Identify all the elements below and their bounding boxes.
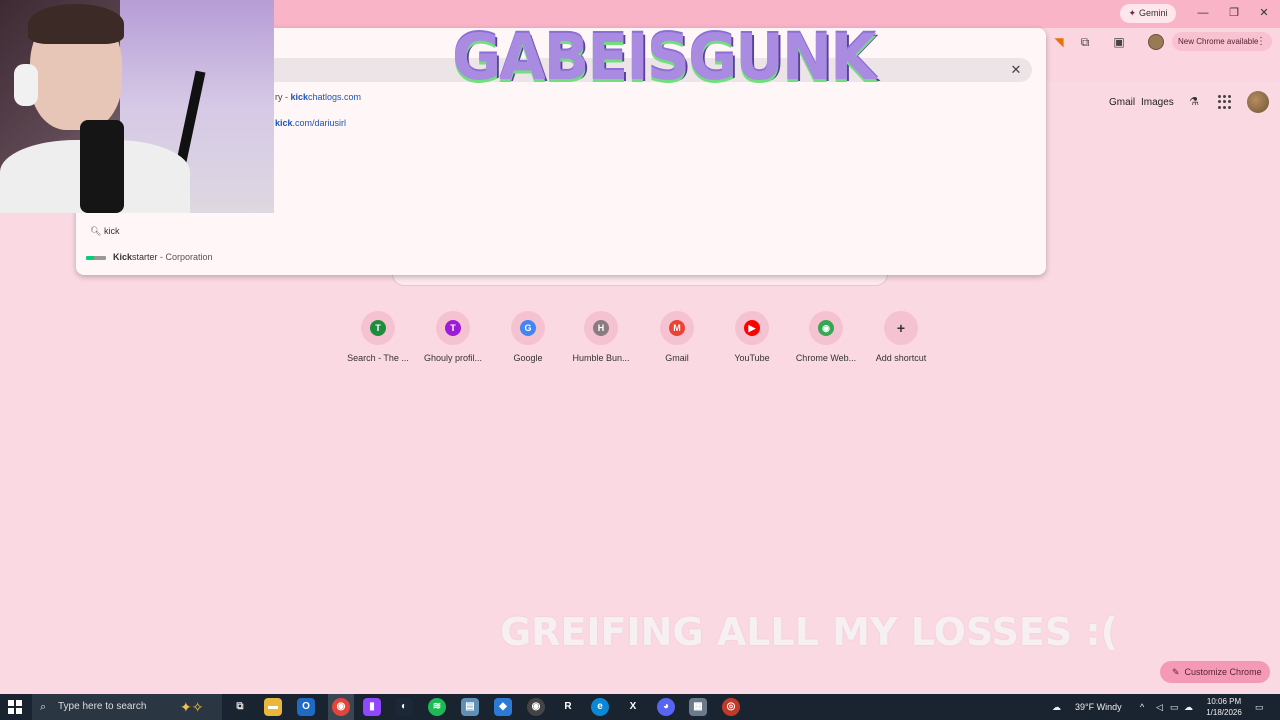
shortcut-favicon-icon: H (593, 320, 609, 336)
chrome-icon[interactable]: ◉ (332, 698, 350, 716)
volume-icon[interactable]: ◁ (1156, 694, 1163, 720)
shortcut-tile[interactable]: T Ghouly profil... (415, 308, 491, 368)
labs-flask-icon[interactable]: ⚗ (1187, 95, 1201, 109)
shortcut-favicon-icon: ◉ (818, 320, 834, 336)
account-avatar[interactable] (1247, 91, 1269, 113)
shortcut-icon-circle: T (436, 311, 470, 345)
profile-avatar[interactable] (1148, 34, 1164, 50)
weather-icon[interactable]: ☁ (1052, 694, 1061, 720)
shortcut-tile[interactable]: M Gmail (639, 308, 715, 368)
outlook-icon[interactable]: O (297, 698, 315, 716)
notification-icon[interactable]: ▭ (1255, 694, 1264, 720)
clear-omnibox-icon[interactable]: ✕ (1008, 62, 1024, 78)
shortcut-favicon-icon: + (893, 320, 909, 336)
shortcut-label: Humble Bun... (572, 353, 630, 363)
shortcut-favicon-icon: M (669, 320, 685, 336)
shortcut-tile[interactable]: G Google (490, 308, 566, 368)
shortcut-label: YouTube (734, 353, 770, 363)
omnibox-suggestion[interactable]: ry - kickchatlogs.com (275, 91, 361, 103)
notepad-icon[interactable]: ▤ (461, 698, 479, 716)
tab-search-icon[interactable]: ▣ (1110, 34, 1128, 50)
shortcut-label: Ghouly profil... (423, 353, 483, 363)
shortcut-icon-circle: + (884, 311, 918, 345)
shortcut-tile[interactable]: T Search - The ... (340, 308, 416, 368)
omnibox-entity-suggestion[interactable]: Kickstarter - Corporation (86, 250, 213, 264)
omnibox-suggestion[interactable]: kick.com/dariusirl (275, 117, 346, 129)
shortcut-icon-circle: M (660, 311, 694, 345)
shortcut-favicon-icon: ▶ (744, 320, 760, 336)
x-app-icon[interactable]: X (624, 698, 642, 716)
google-apps-icon[interactable] (1218, 95, 1232, 109)
calculator-icon[interactable]: ▦ (689, 698, 707, 716)
extensions-icon[interactable]: ⧉ (1076, 34, 1094, 50)
twitch-icon[interactable]: ▮ (363, 698, 381, 716)
pencil-icon: ✎ (1172, 667, 1180, 677)
new-chrome-available-button[interactable]: New Chrome available ⋮ (1172, 32, 1272, 51)
omnibox-search-suggestion[interactable]: 🔍︎ kick (90, 224, 390, 238)
menu-dots-icon[interactable]: ⋮ (1256, 32, 1266, 51)
windows-start-icon[interactable] (8, 700, 22, 714)
weather-widget[interactable]: 39°F Windy (1075, 694, 1122, 720)
shortcut-favicon-icon: T (370, 320, 386, 336)
microphone-icon (80, 120, 124, 213)
webcam-overlay (0, 0, 274, 213)
gemini-sparkle-icon: ✦ (1128, 8, 1137, 18)
kickstarter-logo-icon (86, 255, 106, 260)
restore-icon[interactable]: ❐ (1222, 4, 1246, 22)
shortcut-icon-circle: T (361, 311, 395, 345)
obs-icon[interactable]: ◎ (722, 698, 740, 716)
shortcut-icon-circle: H (584, 311, 618, 345)
edge-icon[interactable]: e (591, 698, 609, 716)
chrome-profile-icon[interactable]: ◉ (527, 698, 545, 716)
search-icon: ⌕ (40, 701, 47, 713)
shortcut-label: Google (513, 353, 543, 363)
search-highlight-icon: ✦✧ (180, 699, 204, 715)
shortcut-tile[interactable]: ▶ YouTube (714, 308, 790, 368)
photos-app-icon[interactable]: ◆ (494, 698, 512, 716)
shortcut-icon-circle: G (511, 311, 545, 345)
network-icon[interactable]: ▭ (1170, 694, 1179, 720)
shortcut-label: Search - The ... (347, 353, 409, 363)
minimize-icon[interactable]: — (1191, 4, 1215, 22)
tray-chevron-icon[interactable]: ^ (1140, 694, 1144, 720)
search-icon: 🔍︎ (90, 226, 102, 236)
shortcut-label: Chrome Web... (795, 353, 857, 363)
taskbar-clock[interactable]: 10:06 PM 1/18/2026 (1196, 696, 1252, 718)
customize-chrome-button[interactable]: ✎ Customize Chrome (1160, 661, 1270, 683)
images-link[interactable]: Images (1141, 96, 1174, 110)
shortcut-label: Add shortcut (875, 353, 927, 363)
close-icon[interactable]: ✕ (1252, 4, 1276, 22)
steam-icon[interactable]: ◐ (395, 698, 413, 716)
task-view-icon[interactable]: ⧉ (231, 698, 249, 716)
file-explorer-icon[interactable]: ▬ (264, 698, 282, 716)
shortcut-icon-circle: ◉ (809, 311, 843, 345)
discord-icon[interactable]: ◕ (657, 698, 675, 716)
r-app-icon[interactable]: R (559, 698, 577, 716)
rss-icon[interactable]: ◥ (1050, 34, 1068, 50)
shortcut-tile[interactable]: + Add shortcut (863, 308, 939, 368)
shortcut-tile[interactable]: H Humble Bun... (563, 308, 639, 368)
cloud-icon[interactable]: ☁ (1184, 694, 1193, 720)
spotify-icon[interactable]: ≋ (428, 698, 446, 716)
gmail-link[interactable]: Gmail (1109, 96, 1135, 110)
stream-banner-logo: GABEISGUNK (452, 21, 877, 95)
windows-taskbar: ⌕ Type here to search ✦✧ ⧉ ▬ O ◉ ▮ ◐ ≋ ▤ … (0, 694, 1280, 720)
shortcut-favicon-icon: G (520, 320, 536, 336)
shortcut-tile[interactable]: ◉ Chrome Web... (788, 308, 864, 368)
shortcut-icon-circle: ▶ (735, 311, 769, 345)
stream-overlay-caption: GREIFING ALLL MY LOSSES :( (500, 610, 1119, 654)
shortcut-label: Gmail (665, 353, 689, 363)
shortcut-favicon-icon: T (445, 320, 461, 336)
gemini-button[interactable]: ✦ Gemini (1120, 4, 1176, 23)
